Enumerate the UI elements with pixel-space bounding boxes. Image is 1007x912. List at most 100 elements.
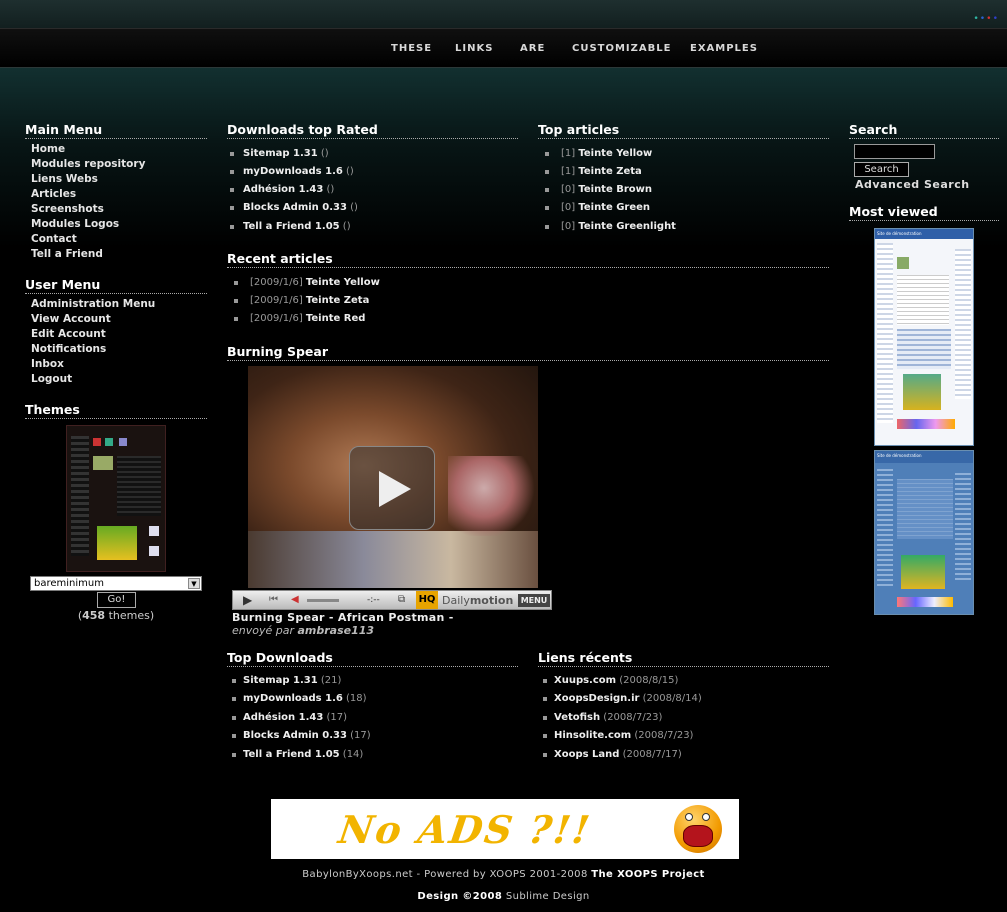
article-rank: [1] xyxy=(561,148,576,159)
article-name[interactable]: Teinte Green xyxy=(578,202,650,213)
menu-item-liens-webs[interactable]: Liens Webs xyxy=(31,173,98,185)
themes-count-suffix: themes xyxy=(108,609,150,622)
nav-link-are[interactable]: ARE xyxy=(520,43,545,54)
sublime-design-text[interactable]: Sublime Design xyxy=(506,891,590,902)
list-item[interactable]: [0] Teinte Greenlight xyxy=(545,221,676,232)
list-item[interactable]: [0] Teinte Brown xyxy=(545,184,652,195)
menu-item-administration[interactable]: Administration Menu xyxy=(31,298,155,310)
list-item[interactable]: Vetofish (2008/7/23) xyxy=(543,712,662,723)
search-button[interactable]: Search xyxy=(854,162,909,177)
list-item[interactable]: Sitemap 1.31 () xyxy=(230,148,329,159)
download-name[interactable]: myDownloads 1.6 xyxy=(243,166,343,177)
list-item[interactable]: Adhésion 1.43 (17) xyxy=(232,712,347,723)
list-item[interactable]: myDownloads 1.6 () xyxy=(230,166,354,177)
menu-item-inbox[interactable]: Inbox xyxy=(31,358,64,370)
video-controls: ▶ ⏮ ◀ -:-- ⧉ HQ Dailymotion MENU xyxy=(232,590,552,610)
volume-slider[interactable] xyxy=(307,599,339,602)
chevron-down-icon[interactable]: ▼ xyxy=(188,578,200,589)
download-name[interactable]: Blocks Admin 0.33 xyxy=(243,730,347,741)
list-item[interactable]: [2009/1/6] Teinte Red xyxy=(234,313,366,324)
menu-item-contact[interactable]: Contact xyxy=(31,233,77,245)
link-date: (2008/7/23) xyxy=(634,730,694,741)
list-item[interactable]: Sitemap 1.31 (21) xyxy=(232,675,342,686)
download-name[interactable]: myDownloads 1.6 xyxy=(243,693,343,704)
menu-item-logout[interactable]: Logout xyxy=(31,373,72,385)
hq-button[interactable]: HQ xyxy=(416,591,438,609)
play-small-icon[interactable]: ▶ xyxy=(243,593,252,607)
download-name[interactable]: Sitemap 1.31 xyxy=(243,675,318,686)
download-name[interactable]: Adhésion 1.43 xyxy=(243,184,323,195)
video-caption[interactable]: Burning Spear - African Postman - xyxy=(232,611,454,624)
menu-item-modules-repository[interactable]: Modules repository xyxy=(31,158,145,170)
download-name[interactable]: Adhésion 1.43 xyxy=(243,712,323,723)
download-name[interactable]: Tell a Friend 1.05 xyxy=(243,749,340,760)
screenshot-1-title: Site de démonstration xyxy=(875,229,973,239)
link-name[interactable]: Xuups.com xyxy=(554,675,616,686)
share-icon[interactable]: ⧉ xyxy=(398,594,405,605)
link-name[interactable]: Hinsolite.com xyxy=(554,730,631,741)
go-button[interactable]: Go! xyxy=(97,592,136,608)
nav-link-customizable[interactable]: CUSTOMIZABLE xyxy=(572,43,671,54)
menu-item-notifications[interactable]: Notifications xyxy=(31,343,106,355)
menu-item-home[interactable]: Home xyxy=(31,143,65,155)
theme-select[interactable]: bareminimum ▼ xyxy=(30,576,202,591)
theme-preview-image[interactable] xyxy=(66,425,166,572)
volume-icon[interactable]: ◀ xyxy=(291,594,299,605)
article-name[interactable]: Teinte Zeta xyxy=(578,166,641,177)
most-viewed-screenshot-2[interactable]: Site de démonstration xyxy=(874,450,974,615)
download-name[interactable]: Tell a Friend 1.05 xyxy=(243,221,340,232)
nav-link-examples[interactable]: EXAMPLES xyxy=(690,43,758,54)
video-player[interactable] xyxy=(232,364,552,590)
link-name[interactable]: Xoops Land xyxy=(554,749,619,760)
list-item[interactable]: Tell a Friend 1.05 () xyxy=(230,221,351,232)
list-item[interactable]: Xoops Land (2008/7/17) xyxy=(543,749,682,760)
list-item[interactable]: XoopsDesign.ir (2008/8/14) xyxy=(543,693,702,704)
article-name[interactable]: Teinte Yellow xyxy=(578,148,652,159)
link-name[interactable]: Vetofish xyxy=(554,712,600,723)
nav-link-these[interactable]: THESE xyxy=(391,43,432,54)
download-name[interactable]: Sitemap 1.31 xyxy=(243,148,318,159)
play-button[interactable] xyxy=(349,446,435,530)
rewind-icon[interactable]: ⏮ xyxy=(269,594,278,605)
video-author-name[interactable]: ambrase113 xyxy=(298,624,375,637)
top-articles-title: Top articles xyxy=(538,123,829,139)
list-item[interactable]: Blocks Admin 0.33 (17) xyxy=(232,730,371,741)
list-item[interactable]: Adhésion 1.43 () xyxy=(230,184,334,195)
list-item[interactable]: Blocks Admin 0.33 () xyxy=(230,202,358,213)
menu-item-screenshots[interactable]: Screenshots xyxy=(31,203,104,215)
video-author: envoyé par ambrase113 xyxy=(232,624,374,637)
article-name[interactable]: Teinte Greenlight xyxy=(578,221,676,232)
list-item[interactable]: Tell a Friend 1.05 (14) xyxy=(232,749,363,760)
menu-item-edit-account[interactable]: Edit Account xyxy=(31,328,106,340)
list-item[interactable]: [2009/1/6] Teinte Yellow xyxy=(234,277,380,288)
nav-link-links[interactable]: LINKS xyxy=(455,43,493,54)
list-item[interactable]: [2009/1/6] Teinte Zeta xyxy=(234,295,369,306)
link-name[interactable]: XoopsDesign.ir xyxy=(554,693,639,704)
advanced-search-link[interactable]: Advanced Search xyxy=(855,178,970,191)
list-item[interactable]: [1] Teinte Zeta xyxy=(545,166,642,177)
list-item[interactable]: Hinsolite.com (2008/7/23) xyxy=(543,730,694,741)
list-item[interactable]: [1] Teinte Yellow xyxy=(545,148,652,159)
article-name[interactable]: Teinte Zeta xyxy=(306,295,369,306)
article-name[interactable]: Teinte Yellow xyxy=(306,277,380,288)
menu-item-tell-a-friend[interactable]: Tell a Friend xyxy=(31,248,103,260)
download-count: (21) xyxy=(320,675,342,686)
menu-item-articles[interactable]: Articles xyxy=(31,188,76,200)
list-item[interactable]: Xuups.com (2008/8/15) xyxy=(543,675,678,686)
download-count: (17) xyxy=(350,730,371,741)
menu-button[interactable]: MENU xyxy=(518,594,550,607)
menu-item-modules-logos[interactable]: Modules Logos xyxy=(31,218,119,230)
most-viewed-screenshot-1[interactable]: Site de démonstration xyxy=(874,228,974,446)
article-rank: [1] xyxy=(561,166,576,177)
list-item[interactable]: myDownloads 1.6 (18) xyxy=(232,693,367,704)
xoops-project-link[interactable]: The XOOPS Project xyxy=(591,869,704,880)
article-name[interactable]: Teinte Red xyxy=(306,313,366,324)
article-name[interactable]: Teinte Brown xyxy=(578,184,652,195)
download-name[interactable]: Blocks Admin 0.33 xyxy=(243,202,347,213)
design-copyright-link[interactable]: Design ©2008 xyxy=(417,891,502,902)
footer-powered-text: BabylonByXoops.net - Powered by XOOPS 20… xyxy=(302,869,588,880)
list-item[interactable]: [0] Teinte Green xyxy=(545,202,650,213)
menu-item-view-account[interactable]: View Account xyxy=(31,313,111,325)
ad-banner[interactable]: No ADS ?!! xyxy=(271,799,739,859)
search-input[interactable] xyxy=(854,144,935,159)
